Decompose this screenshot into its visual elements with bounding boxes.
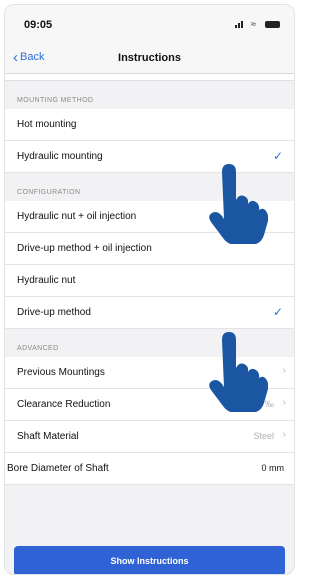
setting-label: Shaft Material <box>17 431 79 442</box>
scrolled-row-remnant <box>5 74 294 81</box>
status-time: 09:05 <box>24 19 53 31</box>
setting-value: 0 mm <box>261 463 285 473</box>
option-label: Drive-up method + oil injection <box>17 243 152 254</box>
chevron-right-icon: › <box>282 397 286 409</box>
setting-label: Clearance Reduction <box>17 399 111 410</box>
chevron-right-icon: › <box>282 429 286 441</box>
battery-icon <box>265 20 280 28</box>
setting-value: Steel <box>253 431 274 441</box>
status-icons: ≈ <box>235 19 280 29</box>
bottom-bar: Show Instructions <box>5 541 294 574</box>
option-label: Hydraulic nut + oil injection <box>17 211 137 222</box>
status-bar: 09:05 ≈ <box>5 5 294 41</box>
section-header-mounting: MOUNTING METHOD <box>5 81 294 109</box>
option-hot-mounting[interactable]: Hot mounting <box>5 109 294 141</box>
option-label: Hot mounting <box>17 119 77 130</box>
wifi-icon: ≈ <box>251 19 256 29</box>
option-label: Drive-up method <box>17 307 91 318</box>
page-title: Instructions <box>118 52 181 64</box>
setting-label: Bore Diameter of Shaft <box>7 463 109 474</box>
setting-label: Previous Mountings <box>17 367 105 378</box>
section-header-label: ADVANCED <box>17 345 59 352</box>
checkmark-icon: ✓ <box>272 305 283 319</box>
chevron-right-icon: › <box>282 365 286 377</box>
signal-icon <box>235 20 247 28</box>
section-header-label: MOUNTING METHOD <box>17 97 94 104</box>
setting-shaft-material[interactable]: Shaft Material Steel › <box>5 421 294 453</box>
nav-bar: ‹ Back Instructions <box>5 41 294 74</box>
checkmark-icon: ✓ <box>272 149 283 163</box>
phone-screen: 09:05 ≈ ‹ Back Instructions MOUNTING MET… <box>4 4 295 575</box>
pointing-hand-icon <box>209 332 268 412</box>
pointing-hand-icon <box>209 164 268 244</box>
setting-bore-diameter[interactable]: Bore Diameter of Shaft 0 mm <box>5 453 294 485</box>
option-hydraulic-nut[interactable]: Hydraulic nut <box>5 265 294 297</box>
option-drive-up-method[interactable]: Drive-up method ✓ <box>5 297 294 329</box>
show-instructions-button[interactable]: Show Instructions <box>14 546 285 574</box>
option-label: Hydraulic mounting <box>17 151 103 162</box>
section-header-label: CONFIGURATION <box>17 189 81 196</box>
option-label: Hydraulic nut <box>17 275 76 286</box>
